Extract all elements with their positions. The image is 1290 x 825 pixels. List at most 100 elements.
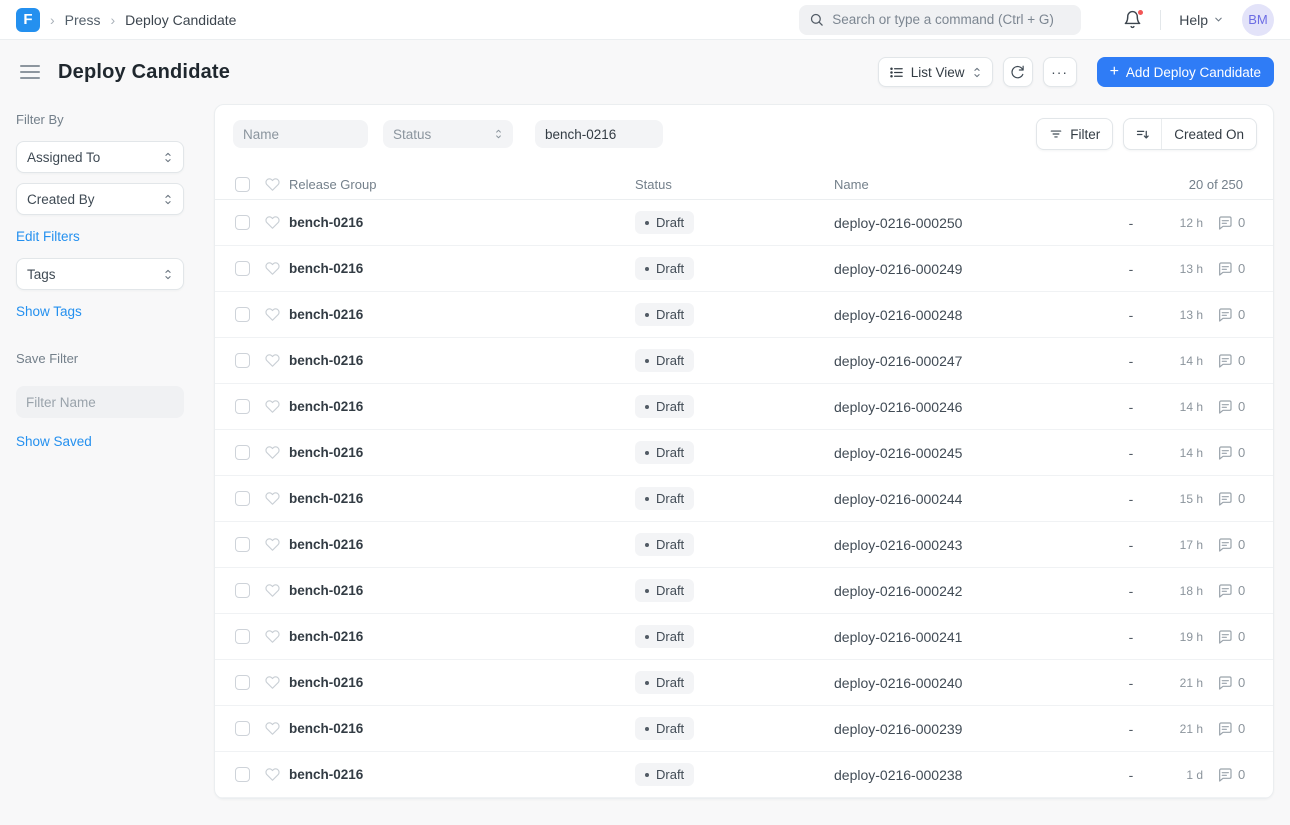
owner-cell: - (1101, 353, 1161, 369)
row-favorite-cell (265, 215, 289, 230)
header-name[interactable]: Name (834, 177, 1101, 192)
heart-icon[interactable] (265, 445, 280, 460)
chevron-down-icon (1213, 14, 1224, 25)
row-favorite-cell (265, 445, 289, 460)
heart-icon[interactable] (265, 491, 280, 506)
heart-icon[interactable] (265, 215, 280, 230)
row-select-cell (235, 353, 265, 368)
status-badge: Draft (635, 395, 694, 418)
table-row[interactable]: bench-0216 Draft deploy-0216-000242 - 18… (215, 568, 1273, 614)
show-tags-link[interactable]: Show Tags (16, 304, 82, 319)
assigned-to-select[interactable]: Assigned To (16, 141, 184, 173)
name-cell: deploy-0216-000247 (834, 353, 1101, 369)
header-status[interactable]: Status (635, 177, 834, 192)
search-input[interactable] (832, 12, 1071, 27)
add-deploy-candidate-button[interactable]: + Add Deploy Candidate (1097, 57, 1274, 87)
select-all-checkbox[interactable] (235, 177, 250, 192)
heart-icon[interactable] (265, 675, 280, 690)
global-search[interactable] (799, 5, 1081, 35)
app-logo[interactable]: F (16, 8, 40, 32)
sidebar-toggle-button[interactable] (16, 60, 44, 84)
row-checkbox[interactable] (235, 721, 250, 736)
status-dot-icon (645, 727, 649, 731)
row-checkbox[interactable] (235, 307, 250, 322)
table-row[interactable]: bench-0216 Draft deploy-0216-000240 - 21… (215, 660, 1273, 706)
table-row[interactable]: bench-0216 Draft deploy-0216-000250 - 12… (215, 200, 1273, 246)
comments-cell: 0 (1217, 491, 1251, 507)
name-cell: deploy-0216-000244 (834, 491, 1101, 507)
table-row[interactable]: bench-0216 Draft deploy-0216-000245 - 14… (215, 430, 1273, 476)
heart-icon[interactable] (265, 353, 280, 368)
table-row[interactable]: bench-0216 Draft deploy-0216-000246 - 14… (215, 384, 1273, 430)
row-checkbox[interactable] (235, 353, 250, 368)
comments-cell: 0 (1217, 215, 1251, 231)
heart-icon[interactable] (265, 307, 280, 322)
modified-time-cell: 14 h (1161, 400, 1217, 414)
sort-field-button[interactable]: Created On (1162, 119, 1256, 149)
comment-count: 0 (1238, 445, 1245, 460)
release-group-cell: bench-0216 (289, 445, 635, 460)
table-row[interactable]: bench-0216 Draft deploy-0216-000239 - 21… (215, 706, 1273, 752)
sort-direction-button[interactable] (1124, 119, 1162, 149)
tags-select[interactable]: Tags (16, 258, 184, 290)
status-badge-label: Draft (656, 445, 684, 460)
release-group-cell: bench-0216 (289, 353, 635, 368)
filter-icon (1049, 127, 1063, 141)
row-checkbox[interactable] (235, 767, 250, 782)
notifications-button[interactable] (1123, 10, 1142, 29)
status-filter-select[interactable]: Status (383, 120, 513, 148)
heart-icon[interactable] (265, 177, 280, 192)
row-checkbox[interactable] (235, 675, 250, 690)
row-checkbox[interactable] (235, 537, 250, 552)
table-row[interactable]: bench-0216 Draft deploy-0216-000247 - 14… (215, 338, 1273, 384)
breadcrumb-deploy-candidate[interactable]: Deploy Candidate (125, 12, 236, 28)
comment-icon (1217, 721, 1233, 737)
status-cell: Draft (635, 395, 834, 418)
modified-time-cell: 19 h (1161, 630, 1217, 644)
heart-icon[interactable] (265, 767, 280, 782)
modified-time-cell: 21 h (1161, 676, 1217, 690)
row-checkbox[interactable] (235, 261, 250, 276)
avatar[interactable]: BM (1242, 4, 1274, 36)
created-by-select[interactable]: Created By (16, 183, 184, 215)
help-menu[interactable]: Help (1179, 12, 1224, 28)
breadcrumb-press[interactable]: Press (65, 12, 101, 28)
row-checkbox[interactable] (235, 629, 250, 644)
heart-icon[interactable] (265, 261, 280, 276)
row-favorite-cell (265, 721, 289, 736)
heart-icon[interactable] (265, 583, 280, 598)
status-dot-icon (645, 451, 649, 455)
row-checkbox[interactable] (235, 399, 250, 414)
view-selector-button[interactable]: List View (878, 57, 993, 87)
row-checkbox[interactable] (235, 583, 250, 598)
table-row[interactable]: bench-0216 Draft deploy-0216-000238 - 1 … (215, 752, 1273, 798)
comments-cell: 0 (1217, 629, 1251, 645)
table-row[interactable]: bench-0216 Draft deploy-0216-000241 - 19… (215, 614, 1273, 660)
name-cell: deploy-0216-000239 (834, 721, 1101, 737)
release-group-filter-input[interactable] (535, 120, 663, 148)
status-dot-icon (645, 359, 649, 363)
status-dot-icon (645, 497, 649, 501)
table-row[interactable]: bench-0216 Draft deploy-0216-000244 - 15… (215, 476, 1273, 522)
heart-icon[interactable] (265, 629, 280, 644)
name-filter-input[interactable] (233, 120, 368, 148)
filter-button[interactable]: Filter (1036, 118, 1113, 150)
heart-icon[interactable] (265, 721, 280, 736)
table-row[interactable]: bench-0216 Draft deploy-0216-000243 - 17… (215, 522, 1273, 568)
edit-filters-link[interactable]: Edit Filters (16, 229, 80, 244)
row-checkbox[interactable] (235, 445, 250, 460)
chevron-updown-icon (163, 151, 173, 164)
heart-icon[interactable] (265, 537, 280, 552)
show-saved-link[interactable]: Show Saved (16, 434, 92, 449)
more-options-button[interactable]: ··· (1043, 57, 1077, 87)
heart-icon[interactable] (265, 399, 280, 414)
refresh-button[interactable] (1003, 57, 1033, 87)
table-row[interactable]: bench-0216 Draft deploy-0216-000249 - 13… (215, 246, 1273, 292)
table-row[interactable]: bench-0216 Draft deploy-0216-000248 - 13… (215, 292, 1273, 338)
release-group-cell: bench-0216 (289, 399, 635, 414)
row-checkbox[interactable] (235, 215, 250, 230)
filter-name-input[interactable] (16, 386, 184, 418)
header-release-group[interactable]: Release Group (289, 177, 635, 192)
help-label: Help (1179, 12, 1208, 28)
row-checkbox[interactable] (235, 491, 250, 506)
